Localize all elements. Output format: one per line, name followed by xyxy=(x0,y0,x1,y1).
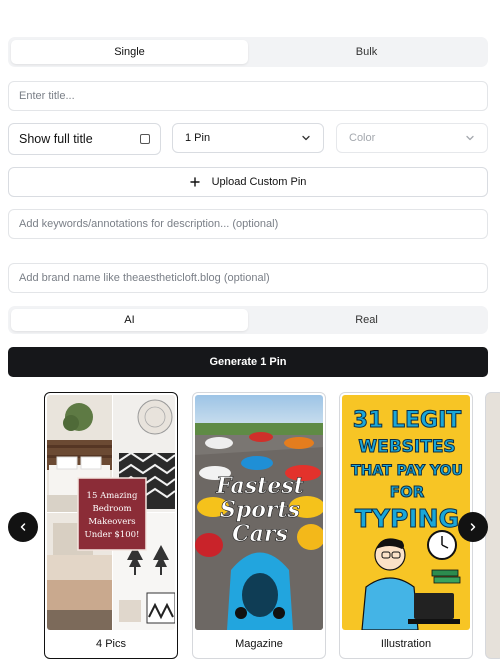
svg-text:TYPING: TYPING xyxy=(355,504,459,533)
template-thumbnail: Fastest Sports Cars xyxy=(195,395,323,630)
template-thumbnail: 31 LEGIT WEBSITES THAT PAY YOU FOR TYPIN… xyxy=(342,395,470,630)
pin-count-value: 1 Pin xyxy=(185,132,211,144)
chevron-down-icon xyxy=(466,135,474,141)
svg-text:Fastest: Fastest xyxy=(215,473,304,499)
image-mode-tabs: AI Real xyxy=(8,306,488,334)
upload-custom-pin-button[interactable]: Upload Custom Pin xyxy=(8,167,488,197)
generate-button[interactable]: Generate 1 Pin xyxy=(8,347,488,377)
chevron-down-icon xyxy=(302,135,310,141)
template-card-4-pics[interactable]: 15 Amazing Bedroom Makeovers Under $100!… xyxy=(44,392,178,659)
show-full-title-checkbox[interactable] xyxy=(140,134,150,144)
template-card-magazine[interactable]: Fastest Sports Cars Magazine xyxy=(192,392,326,659)
sports-cars-image: Fastest Sports Cars xyxy=(195,395,323,630)
template-card-label: Illustration xyxy=(380,638,432,650)
plus-icon xyxy=(189,177,200,187)
template-card-label: 4 Pics xyxy=(96,638,126,650)
show-full-title-label: Show full title xyxy=(19,132,93,146)
tab-ai[interactable]: AI xyxy=(11,309,248,331)
tab-bulk[interactable]: Bulk xyxy=(248,40,485,64)
template-card-label: Magazine xyxy=(235,638,283,650)
svg-text:Sports: Sports xyxy=(220,497,300,523)
svg-text:Under $100!: Under $100! xyxy=(85,530,140,540)
bedroom-collage-image: 15 Amazing Bedroom Makeovers Under $100! xyxy=(47,395,175,630)
title-input[interactable]: Enter title... xyxy=(8,81,488,111)
svg-text:Bedroom: Bedroom xyxy=(92,504,131,514)
carousel-next-button[interactable] xyxy=(458,512,488,542)
svg-text:FOR: FOR xyxy=(390,483,425,501)
mode-tabs: Single Bulk xyxy=(8,37,488,67)
svg-text:15 Amazing: 15 Amazing xyxy=(87,491,138,501)
show-full-title-toggle[interactable]: Show full title xyxy=(8,123,161,155)
color-placeholder: Color xyxy=(349,132,376,144)
chevron-left-icon xyxy=(20,523,26,531)
template-card-illustration[interactable]: 31 LEGIT WEBSITES THAT PAY YOU FOR TYPIN… xyxy=(339,392,473,659)
template-thumbnail: 15 Amazing Bedroom Makeovers Under $100! xyxy=(47,395,175,630)
svg-text:Cars: Cars xyxy=(232,521,288,547)
pin-count-select[interactable]: 1 Pin xyxy=(172,123,324,153)
svg-text:31 LEGIT: 31 LEGIT xyxy=(353,408,462,433)
svg-text:Makeovers: Makeovers xyxy=(88,517,135,527)
tab-real[interactable]: Real xyxy=(248,309,485,331)
carousel-prev-button[interactable] xyxy=(8,512,38,542)
keywords-input[interactable]: Add keywords/annotations for description… xyxy=(8,209,488,239)
svg-text:WEBSITES: WEBSITES xyxy=(358,437,455,457)
tab-single[interactable]: Single xyxy=(11,40,248,64)
upload-custom-pin-label: Upload Custom Pin xyxy=(211,176,307,188)
color-select[interactable]: Color xyxy=(336,123,488,153)
brand-input[interactable]: Add brand name like theaestheticloft.blo… xyxy=(8,263,488,293)
typing-illustration-image: 31 LEGIT WEBSITES THAT PAY YOU FOR TYPIN… xyxy=(342,395,470,630)
chevron-right-icon xyxy=(470,523,476,531)
svg-text:THAT PAY YOU: THAT PAY YOU xyxy=(351,463,463,479)
